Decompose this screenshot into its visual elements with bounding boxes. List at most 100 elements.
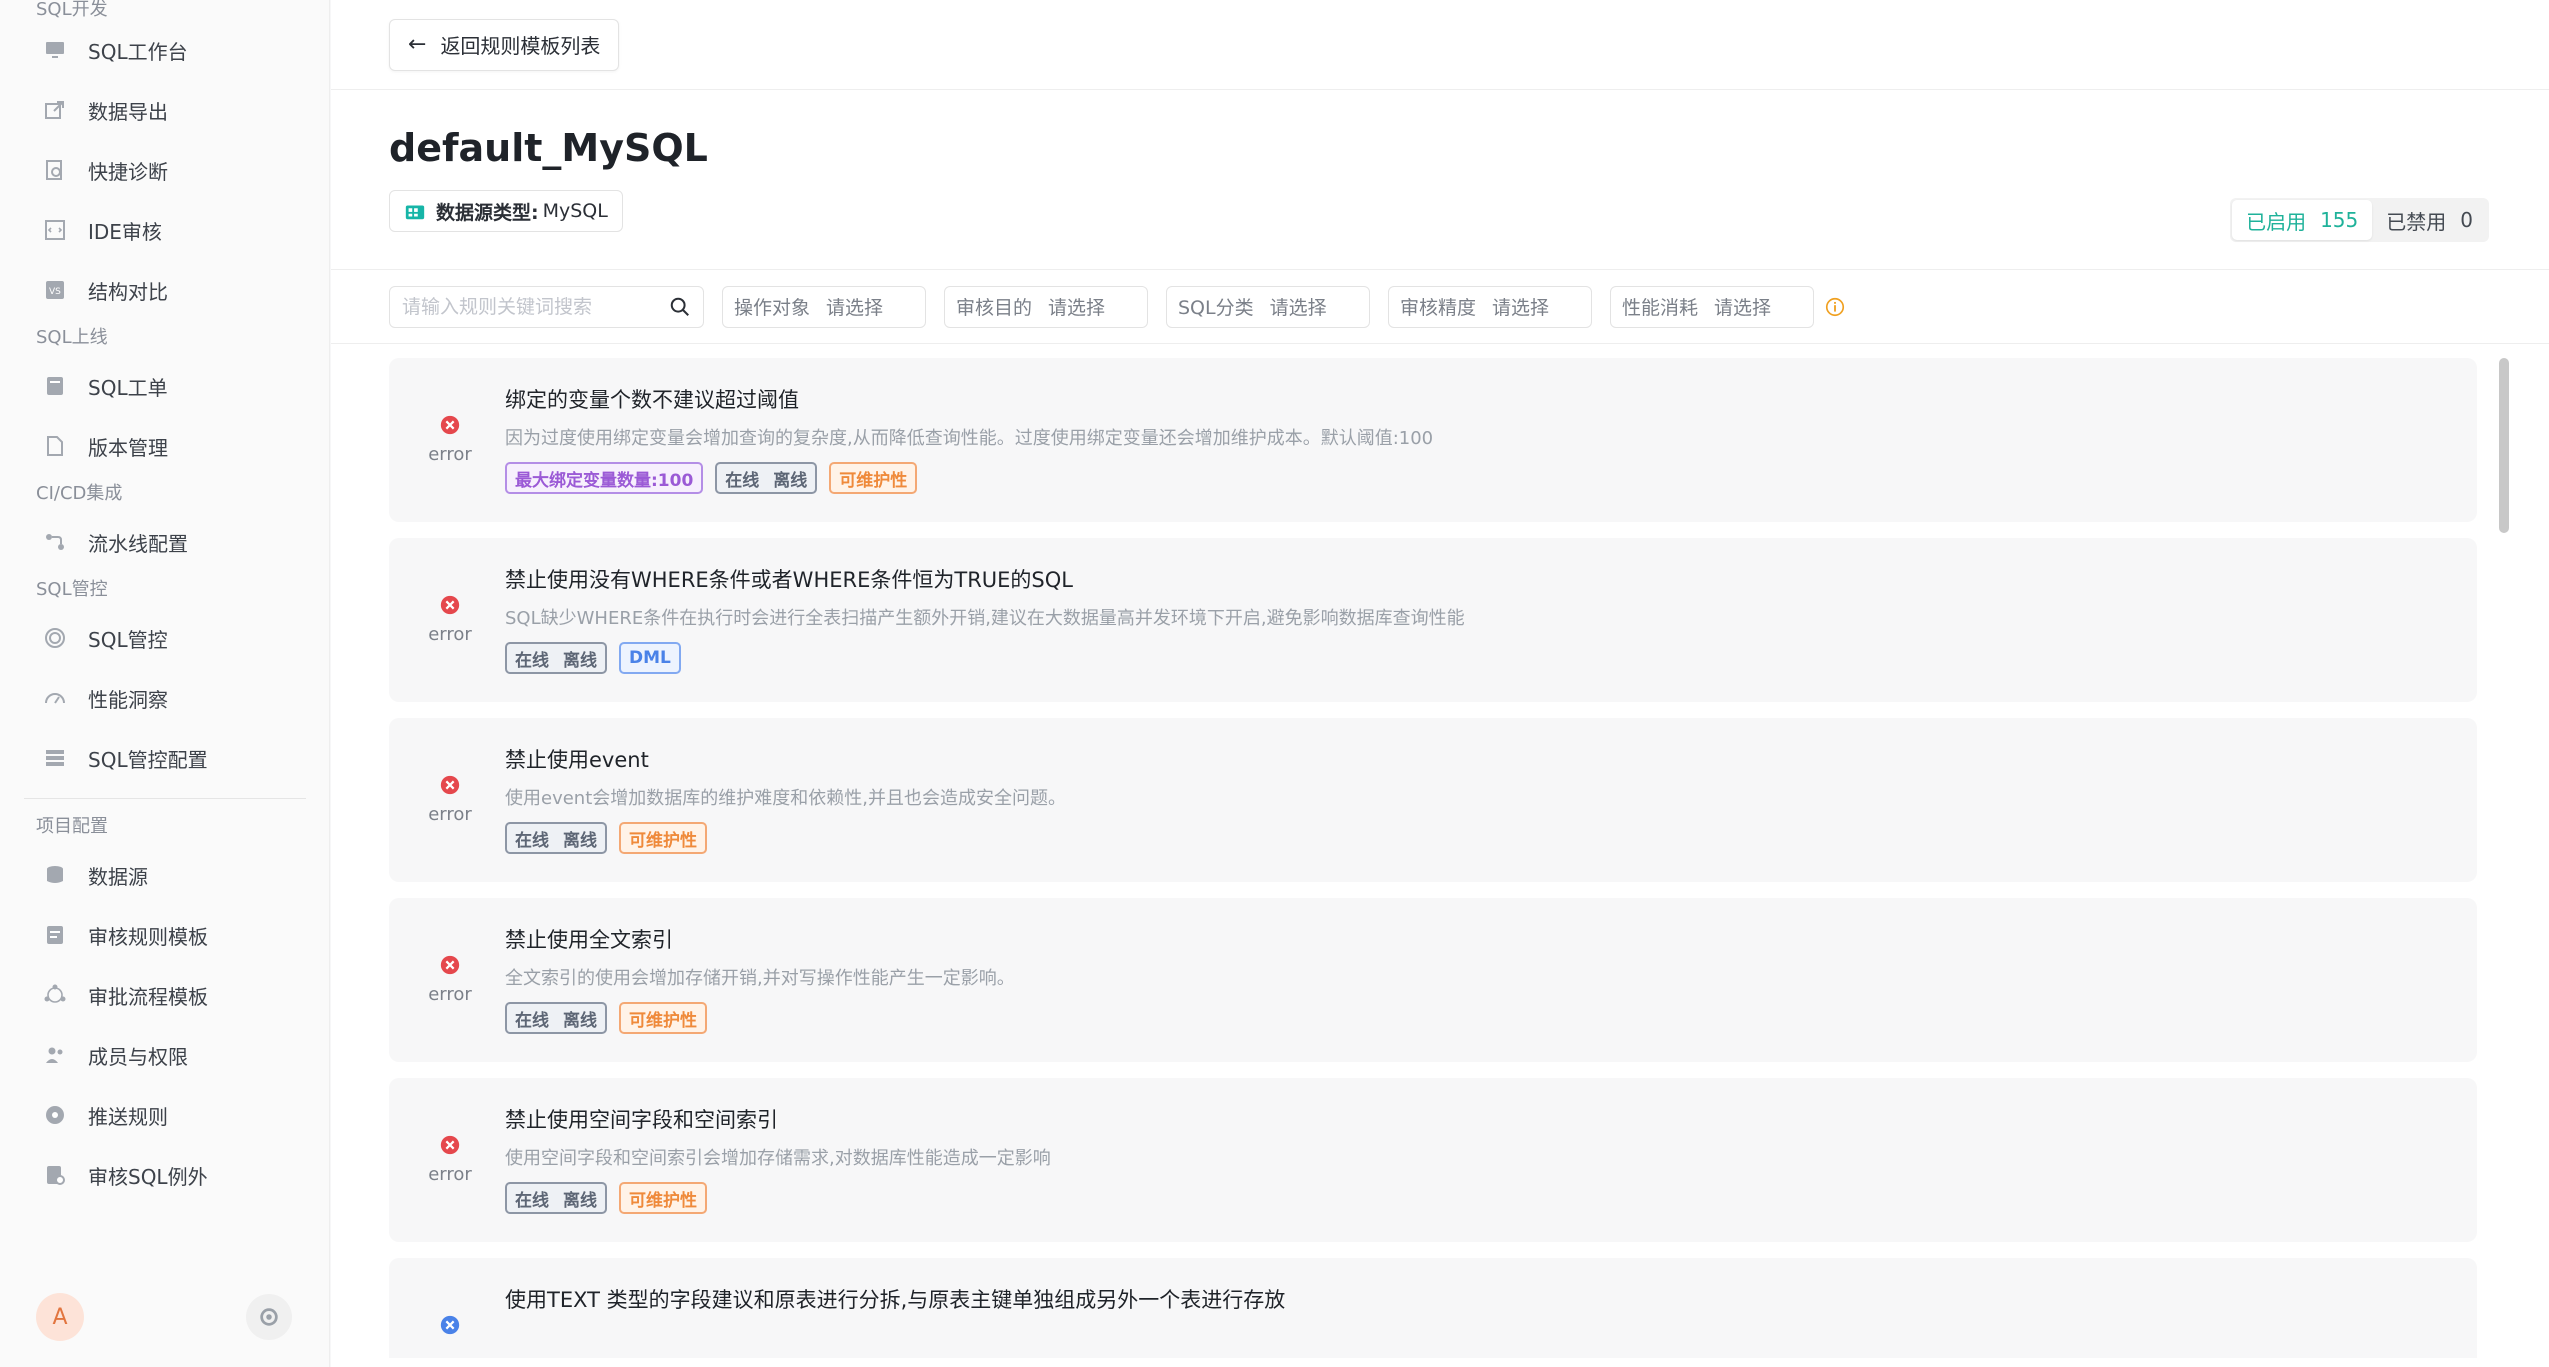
ide-icon	[42, 217, 68, 243]
sidebar-item[interactable]: 版本管理	[0, 416, 330, 476]
filter-select[interactable]: 操作对象 请选择	[722, 285, 926, 328]
sidebar-footer: A	[0, 1267, 330, 1367]
filter-select-label: 审核精度	[1400, 297, 1477, 319]
sidebar-group-title: SQL开发	[36, 0, 108, 20]
filter-select-placeholder: 请选择	[1048, 297, 1106, 319]
sidebar-item[interactable]: SQL工单	[0, 356, 330, 416]
sidebar-item[interactable]: VS 结构对比	[0, 260, 330, 320]
tag-online: 在线	[515, 1010, 549, 1031]
rule-mode-tag: 在线 离线	[505, 1182, 607, 1214]
db-type-value: MySQL	[542, 200, 608, 222]
rule-mode-tag: 在线 离线	[505, 642, 607, 674]
diagnosis-icon	[42, 157, 68, 183]
tag-offline: 离线	[563, 1010, 597, 1031]
filter-select[interactable]: 性能消耗 请选择	[1610, 285, 1814, 328]
rule-title: 绑定的变量个数不建议超过阈值	[505, 388, 799, 412]
svg-text:VS: VS	[49, 287, 61, 297]
info-icon[interactable]	[1824, 296, 1846, 318]
rule-level: error	[421, 774, 479, 825]
rule-card[interactable]: error 禁止使用全文索引全文索引的使用会增加存储开销,并对写操作性能产生一定影…	[389, 898, 2477, 1062]
config-icon	[42, 745, 68, 771]
rule-level-text: error	[428, 984, 472, 1005]
rule-level	[421, 1314, 479, 1344]
rule-tags: 在线 离线 可维护性	[505, 1002, 719, 1034]
sidebar-item[interactable]: 审批流程模板	[0, 965, 330, 1025]
rule-list-scrollbar[interactable]	[2499, 358, 2509, 533]
rule-status-switch: 已启用 155 已禁用 0	[2230, 198, 2489, 242]
sidebar-item[interactable]: 审核规则模板	[0, 905, 330, 965]
sidebar-group-title: 项目配置	[36, 816, 108, 837]
rule-level-text: error	[428, 1164, 472, 1185]
rule-description: 全文索引的使用会增加存储开销,并对写操作性能产生一定影响。	[505, 968, 1015, 989]
rule-card[interactable]: 使用TEXT 类型的字段建议和原表进行分拆,与原表主键单独组成另外一个表进行存放	[389, 1258, 2477, 1358]
sidebar-item-label: SQL管控配置	[88, 747, 208, 772]
arrow-left-icon: ←	[408, 32, 427, 57]
sidebar-item[interactable]: SQL管控	[0, 608, 330, 668]
rule-level-text: error	[428, 444, 472, 465]
rule-title: 禁止使用全文索引	[505, 928, 673, 952]
rule-tag: 可维护性	[619, 822, 707, 854]
disabled-rules-tab[interactable]: 已禁用 0	[2372, 200, 2487, 240]
error-icon	[440, 955, 460, 975]
rule-card[interactable]: error 绑定的变量个数不建议超过阈值 因为过度使用绑定变量会增加查询的复杂度,从…	[389, 358, 2477, 522]
workflow-icon	[42, 982, 68, 1008]
filter-bar: 操作对象请选择审核目的请选择SQL分类请选择审核精度请选择性能消耗请选择	[331, 270, 2549, 344]
sidebar-item-label: 数据源	[88, 864, 148, 889]
sidebar-item-label: SQL工单	[88, 375, 168, 400]
rule-mode-tag: 在线 离线	[505, 822, 607, 854]
rule-level: error	[421, 414, 479, 465]
rule-card[interactable]: error 禁止使用event 使用event会增加数据库的维护难度和依赖性,并且也…	[389, 718, 2477, 882]
rule-level: error	[421, 1134, 479, 1185]
sidebar-group-title: SQL管控	[36, 579, 108, 600]
rule-list: error 绑定的变量个数不建议超过阈值 因为过度使用绑定变量会增加查询的复杂度,从…	[389, 358, 2489, 1358]
sidebar-item-label: IDE审核	[88, 219, 162, 244]
sidebar-item[interactable]: 数据源	[0, 845, 330, 905]
sidebar-item[interactable]: SQL管控配置	[0, 728, 330, 788]
filter-select-placeholder: 请选择	[826, 297, 884, 319]
filter-select-label: 审核目的	[956, 297, 1033, 319]
sidebar-item[interactable]: IDE审核	[0, 200, 330, 260]
sidebar-item[interactable]: 数据导出	[0, 80, 330, 140]
db-type-badge: 数据源类型: MySQL	[389, 190, 623, 232]
filter-select[interactable]: SQL分类 请选择	[1166, 285, 1370, 328]
rule-tag: 可维护性	[829, 462, 918, 494]
tag-offline: 离线	[563, 1190, 597, 1211]
sidebar: SQL开发 SQL工作台 数据导出 快捷诊断 IDE审核 VS 结构对比 SQL上线 SQL工单…	[0, 0, 330, 1367]
filter-select[interactable]: 审核目的 请选择	[944, 285, 1148, 328]
rule-level: error	[421, 954, 479, 1005]
sidebar-item[interactable]: 流水线配置	[0, 512, 330, 572]
enabled-rules-tab[interactable]: 已启用 155	[2232, 200, 2373, 240]
filter-select-label: 性能消耗	[1622, 297, 1699, 319]
fingerprint-icon	[42, 625, 68, 651]
rule-tags: 在线 离线 可维护性	[505, 822, 719, 854]
tag-offline: 离线	[563, 650, 597, 671]
sidebar-item-label: 推送规则	[88, 1104, 168, 1129]
database-type-icon	[405, 205, 425, 220]
rule-description: SQL缺少WHERE条件在执行时会进行全表扫描产生额外开销,建议在大数据量高并发…	[505, 608, 1465, 629]
error-icon	[440, 1135, 460, 1155]
sidebar-item[interactable]: 审核SQL例外	[0, 1145, 330, 1205]
sidebar-item[interactable]: 快捷诊断	[0, 140, 330, 200]
sidebar-item[interactable]: 推送规则	[0, 1085, 330, 1145]
avatar[interactable]: A	[36, 1293, 84, 1341]
enabled-count: 155	[2320, 208, 2359, 232]
database-icon	[42, 862, 68, 888]
sidebar-item-label: 审核SQL例外	[88, 1164, 208, 1189]
sidebar-item-label: 版本管理	[88, 435, 168, 460]
settings-button[interactable]	[246, 1294, 292, 1340]
rule-card[interactable]: error 禁止使用没有WHERE条件或者WHERE条件恒为TRUE的SQL SQL…	[389, 538, 2477, 702]
rule-level-text: error	[428, 804, 472, 825]
sidebar-item[interactable]: 性能洞察	[0, 668, 330, 728]
rule-search-input[interactable]	[402, 295, 652, 318]
back-to-template-list-button[interactable]: ← 返回规则模板列表	[389, 18, 620, 71]
filter-select-label: SQL分类	[1178, 297, 1254, 319]
sidebar-item[interactable]: 成员与权限	[0, 1025, 330, 1085]
rule-card[interactable]: error 禁止使用空间字段和空间索引 使用空间字段和空间索引会增加存储需求,对数据…	[389, 1078, 2477, 1242]
rule-title: 禁止使用没有WHERE条件或者WHERE条件恒为TRUE的SQL	[505, 568, 1073, 592]
search-icon[interactable]	[669, 296, 691, 318]
filter-select[interactable]: 审核精度 请选择	[1388, 285, 1592, 328]
sidebar-item[interactable]: SQL工作台	[0, 20, 330, 80]
export-icon	[42, 97, 68, 123]
sidebar-item-label: 审批流程模板	[88, 984, 208, 1009]
filter-select-placeholder: 请选择	[1492, 297, 1550, 319]
